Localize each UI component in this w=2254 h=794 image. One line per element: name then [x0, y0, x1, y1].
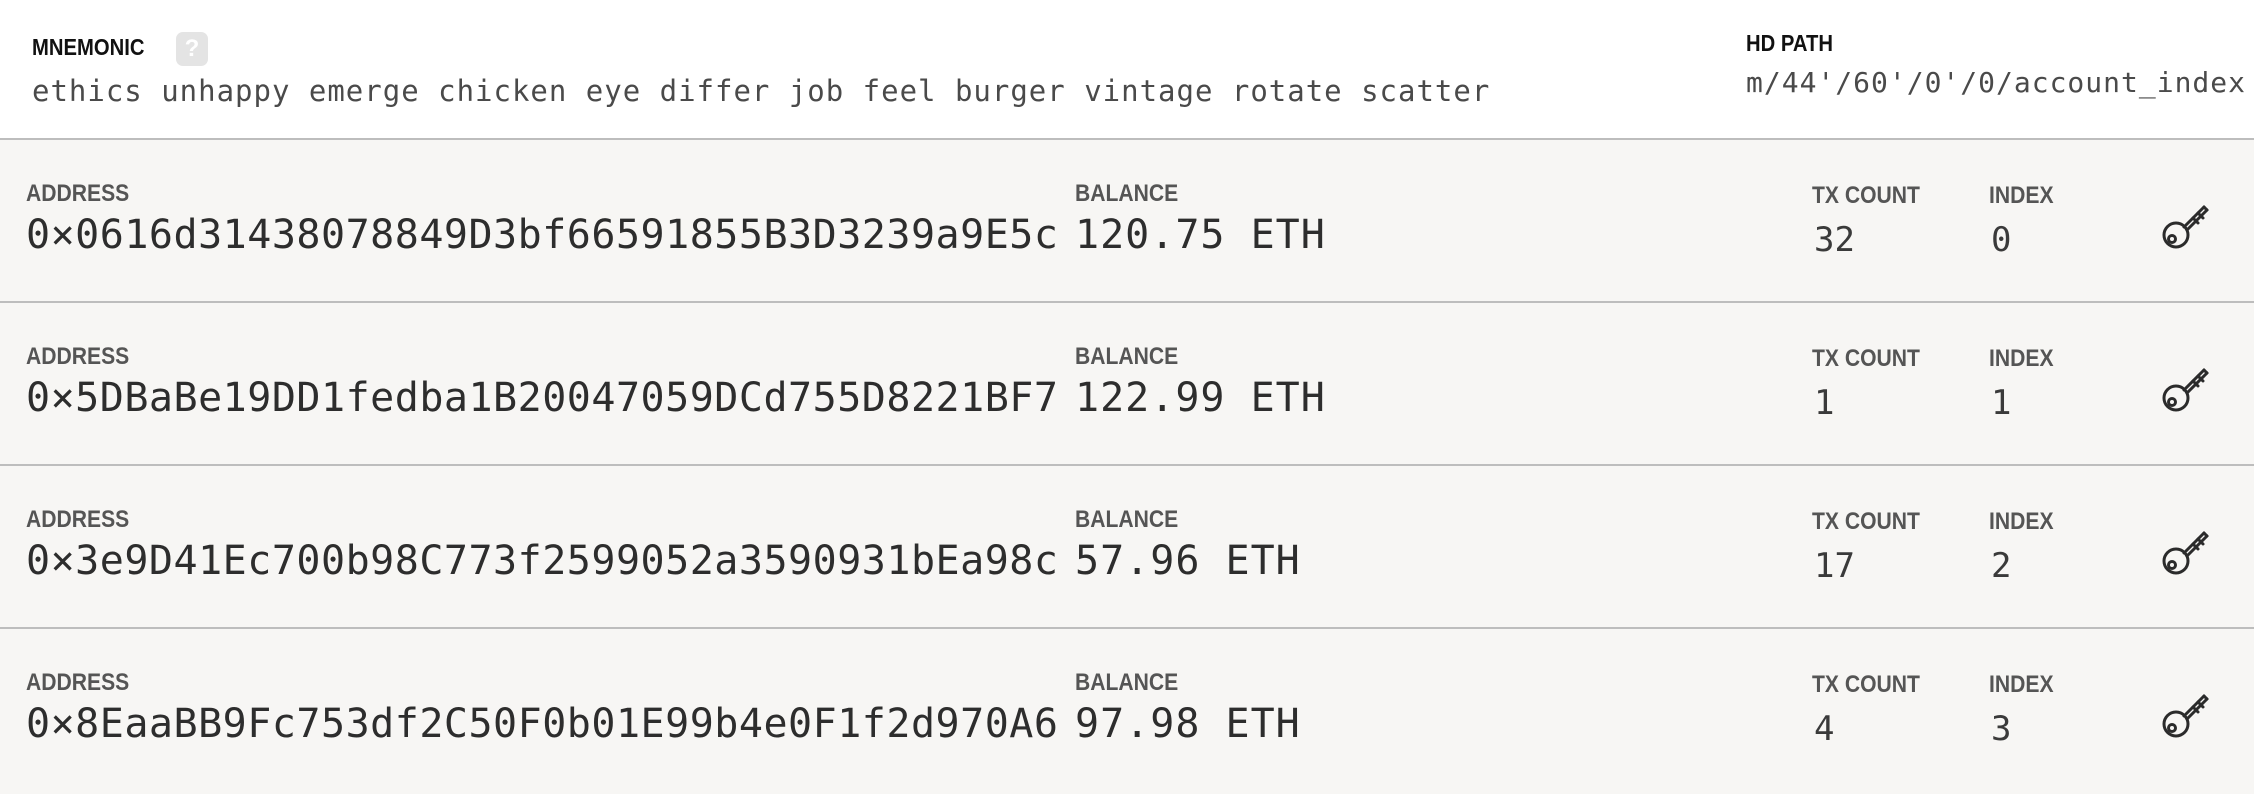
hd-path-label: HD PATH	[1746, 30, 1833, 56]
tx-count-value: 17	[1814, 546, 1855, 586]
balance-value: 122.99 ETH	[1075, 375, 1326, 421]
address-value: 0×0616d31438078849D3bf66591855B3D3239a9E…	[26, 212, 1059, 258]
address-value: 0×3e9D41Ec700b98C773f2599052a3590931bEa9…	[26, 538, 1059, 584]
tx-count-label: TX COUNT	[1812, 345, 1920, 372]
balance-value: 120.75 ETH	[1075, 212, 1326, 258]
balance-label: BALANCE	[1075, 506, 1179, 533]
index-label: INDEX	[1989, 508, 2054, 535]
key-icon[interactable]	[2160, 358, 2216, 414]
address-label: ADDRESS	[26, 180, 130, 207]
index-label: INDEX	[1989, 182, 2054, 209]
index-label: INDEX	[1989, 345, 2054, 372]
balance-value: 57.96 ETH	[1075, 538, 1301, 584]
mnemonic-header: MNEMONIC ? ethics unhappy emerge chicken…	[0, 0, 2254, 140]
key-icon[interactable]	[2160, 195, 2216, 251]
mnemonic-label: MNEMONIC	[32, 34, 145, 60]
tx-count-value: 32	[1814, 220, 1855, 260]
account-row: ADDRESS 0×5DBaBe19DD1fedba1B20047059DCd7…	[0, 303, 2254, 466]
account-row: ADDRESS 0×3e9D41Ec700b98C773f2599052a359…	[0, 466, 2254, 629]
key-icon[interactable]	[2160, 521, 2216, 577]
tx-count-label: TX COUNT	[1812, 671, 1920, 698]
mnemonic-phrase: ethics unhappy emerge chicken eye differ…	[32, 74, 1491, 108]
account-row: ADDRESS 0×8EaaBB9Fc753df2C50F0b01E99b4e0…	[0, 629, 2254, 792]
index-value: 3	[1991, 709, 2012, 749]
balance-label: BALANCE	[1075, 343, 1179, 370]
key-icon[interactable]	[2160, 684, 2216, 740]
tx-count-label: TX COUNT	[1812, 182, 1920, 209]
address-value: 0×5DBaBe19DD1fedba1B20047059DCd755D8221B…	[26, 375, 1059, 421]
index-value: 2	[1991, 546, 2012, 586]
account-row: ADDRESS 0×0616d31438078849D3bf66591855B3…	[0, 140, 2254, 303]
balance-value: 97.98 ETH	[1075, 701, 1301, 747]
tx-count-value: 4	[1814, 709, 1835, 749]
address-value: 0×8EaaBB9Fc753df2C50F0b01E99b4e0F1f2d970…	[26, 701, 1059, 747]
index-value: 0	[1991, 220, 2012, 260]
index-label: INDEX	[1989, 671, 2054, 698]
balance-label: BALANCE	[1075, 180, 1179, 207]
balance-label: BALANCE	[1075, 669, 1179, 696]
tx-count-label: TX COUNT	[1812, 508, 1920, 535]
help-icon[interactable]: ?	[176, 32, 208, 66]
accounts-list: ADDRESS 0×0616d31438078849D3bf66591855B3…	[0, 140, 2254, 792]
hd-path-value: m/44'/60'/0'/0/account_index	[1746, 66, 2247, 99]
tx-count-value: 1	[1814, 383, 1835, 423]
address-label: ADDRESS	[26, 343, 130, 370]
index-value: 1	[1991, 383, 2012, 423]
address-label: ADDRESS	[26, 669, 130, 696]
address-label: ADDRESS	[26, 506, 130, 533]
